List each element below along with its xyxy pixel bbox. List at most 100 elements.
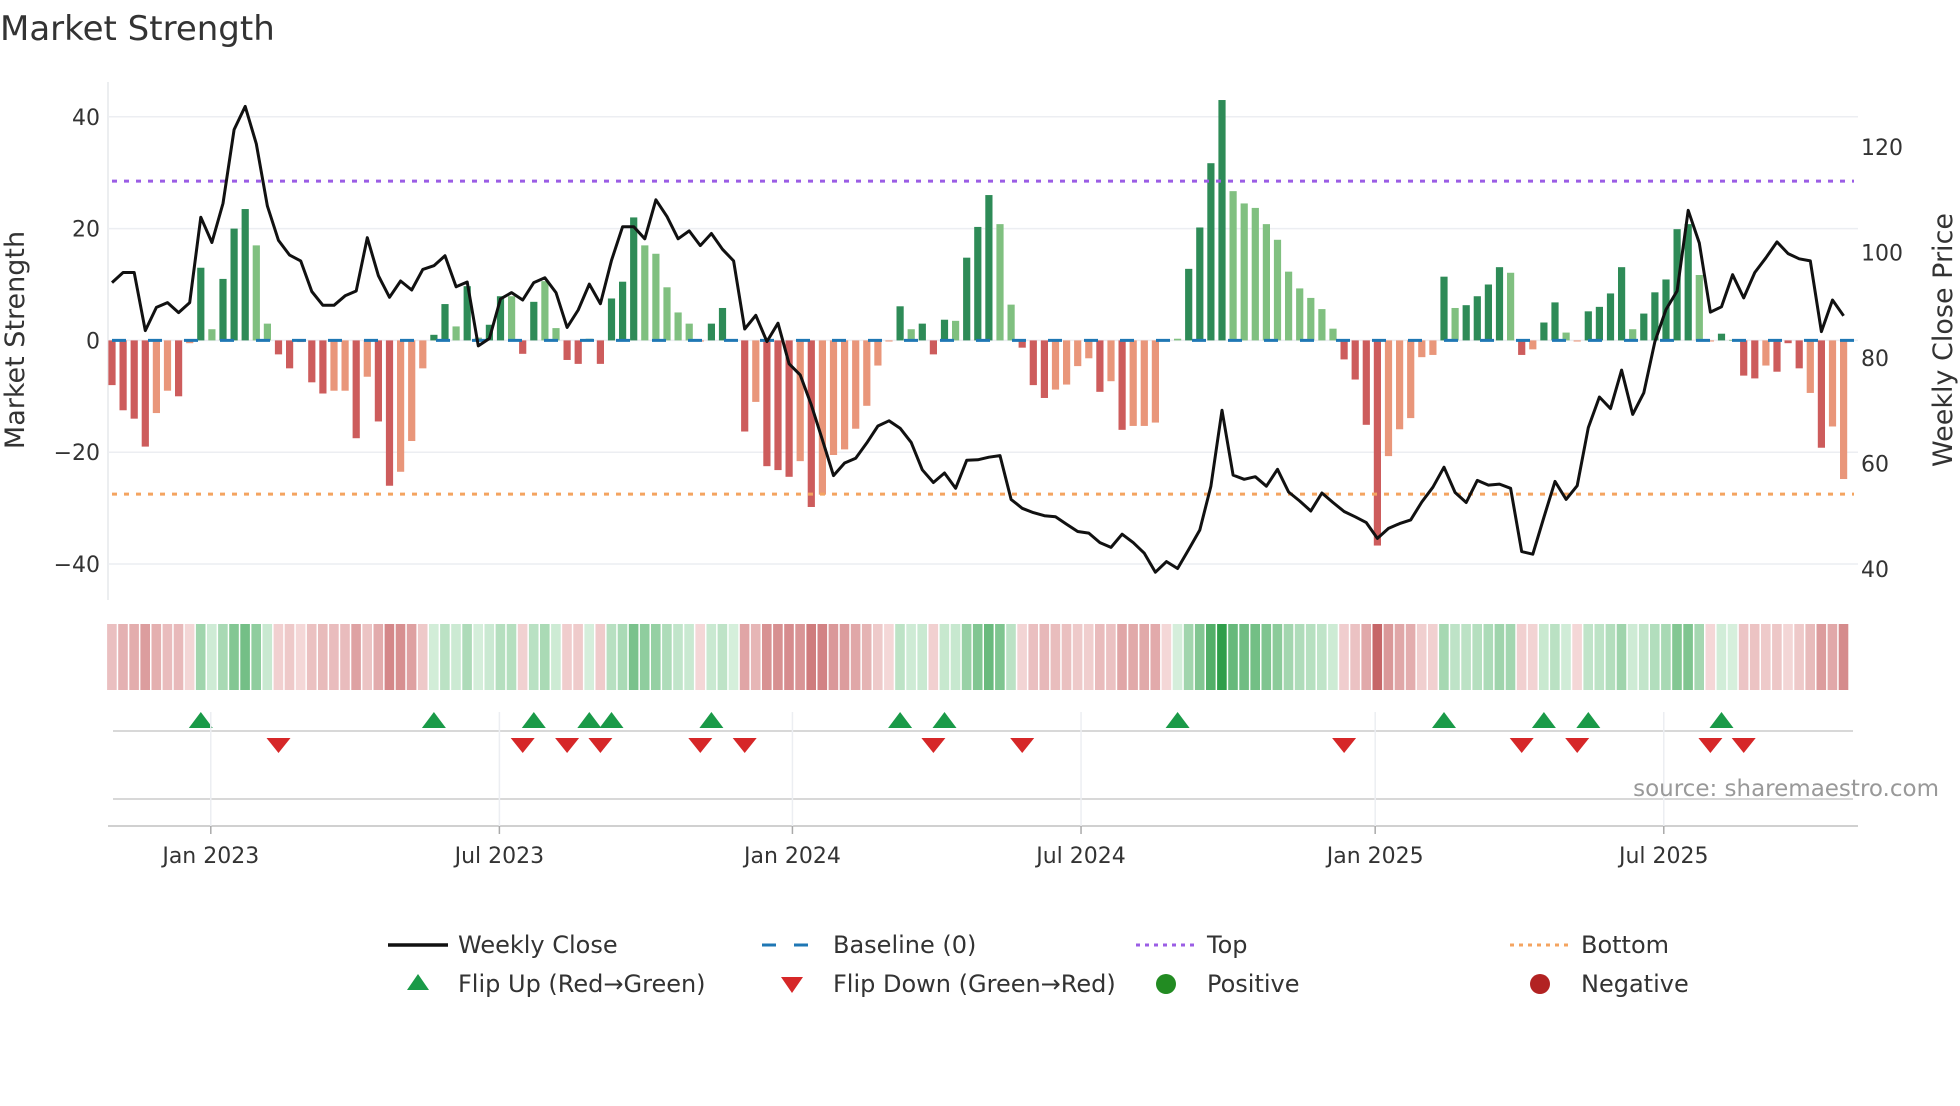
strip-cell (817, 624, 828, 690)
strip-cell (1772, 624, 1782, 690)
strip-cell (1594, 624, 1605, 690)
strip-cell (284, 624, 295, 690)
legend-label: Flip Down (Green→Red) (833, 970, 1116, 998)
flip-up-marker (1432, 712, 1456, 728)
strip-cell (1439, 624, 1449, 690)
strength-bar (530, 301, 538, 341)
strip-cell (1172, 624, 1183, 690)
strip-cell (573, 624, 583, 690)
strip-cell (1095, 624, 1105, 690)
strip-cell (739, 624, 750, 690)
strength-bar (1285, 271, 1293, 341)
strip-cell (451, 624, 461, 690)
left-tick-label: −20 (54, 441, 100, 466)
strip-cell (1450, 624, 1460, 690)
strength-bar (874, 340, 882, 366)
x-tick-label: Jul 2025 (1617, 844, 1709, 869)
strength-bar (1484, 284, 1492, 341)
strength-bar (1074, 340, 1082, 367)
right-tick-label: 40 (1861, 558, 1889, 583)
strip-cell (1428, 624, 1438, 690)
strength-bar (1329, 328, 1337, 341)
strength-bar (352, 340, 360, 439)
strip-cell (1838, 624, 1849, 690)
strip-cell (151, 624, 162, 690)
strip-cell (240, 624, 250, 690)
strength-bar (1185, 268, 1193, 341)
strip-cell (673, 624, 683, 690)
strength-bar (1784, 340, 1792, 344)
strip-cell (1261, 624, 1272, 690)
strength-bar (1817, 340, 1825, 448)
flip-down-marker (1332, 738, 1357, 753)
chart-title: Market Strength (0, 9, 275, 49)
strength-heat-strip (107, 624, 1849, 690)
strength-bar (796, 340, 804, 462)
strip-cell (717, 624, 728, 690)
strip-cell (972, 624, 983, 690)
strip-cell (473, 624, 483, 690)
strength-bar (752, 340, 760, 402)
strip-cell (1250, 624, 1260, 690)
strip-cell (1350, 624, 1360, 690)
strip-cell (1217, 624, 1227, 690)
strip-cell (1272, 624, 1283, 690)
strength-bar (974, 226, 982, 341)
strength-bar (1618, 267, 1626, 341)
strip-cell (1305, 624, 1316, 690)
flip-down-marker (921, 738, 946, 753)
strength-bar (1229, 191, 1237, 341)
strength-bar (1251, 207, 1259, 341)
flip-up-marker (1165, 712, 1190, 728)
strip-cell (373, 624, 384, 690)
strip-cell (1128, 624, 1138, 690)
strip-cell (195, 624, 206, 690)
strip-cell (828, 624, 839, 690)
flip-up-marker (699, 712, 724, 728)
strip-cell (1161, 624, 1172, 690)
flip-up-legend-icon (407, 974, 429, 990)
strip-cell (218, 624, 228, 690)
flip-up-marker (1576, 712, 1601, 728)
strength-bar (1462, 305, 1470, 341)
strip-cell (861, 624, 872, 690)
strength-bar (963, 257, 971, 341)
strength-bar (219, 278, 227, 341)
left-axis-ticks: −40 −20 0 20 40 (54, 106, 100, 578)
strength-bar (718, 307, 727, 341)
strip-cell (1383, 624, 1394, 690)
strength-bar (1551, 302, 1559, 341)
strength-bar (1396, 340, 1404, 430)
strength-bar (319, 340, 327, 394)
strip-cell (961, 624, 972, 690)
strip-cell (1672, 624, 1682, 690)
strip-cell (762, 624, 772, 690)
strip-cell (917, 624, 927, 690)
strength-bar (1440, 276, 1448, 341)
strength-bar (1129, 340, 1137, 426)
strength-bar (1174, 338, 1182, 341)
strength-bar (1640, 313, 1648, 341)
strength-bar (1340, 340, 1348, 360)
strip-cell (1650, 624, 1660, 690)
strip-cell (184, 624, 195, 690)
strength-bar (1096, 340, 1104, 392)
strength-bar (452, 326, 460, 341)
strength-bar (252, 245, 260, 341)
strip-cell (1039, 624, 1050, 690)
strength-bar (197, 267, 205, 341)
strength-bar (1085, 340, 1093, 359)
strength-bar (907, 329, 915, 341)
flip-down-marker (588, 738, 613, 753)
strip-cell (540, 624, 550, 690)
strip-cell (118, 624, 128, 690)
strength-bar (1828, 340, 1837, 427)
right-tick-label: 80 (1861, 347, 1889, 372)
x-tick-label: Jan 2025 (1325, 844, 1424, 869)
strip-cell (417, 624, 428, 690)
strip-cell (1583, 624, 1593, 690)
strip-cell (1783, 624, 1793, 690)
strength-bar (1418, 340, 1426, 358)
strip-cell (362, 624, 372, 690)
strength-bar (596, 340, 604, 364)
